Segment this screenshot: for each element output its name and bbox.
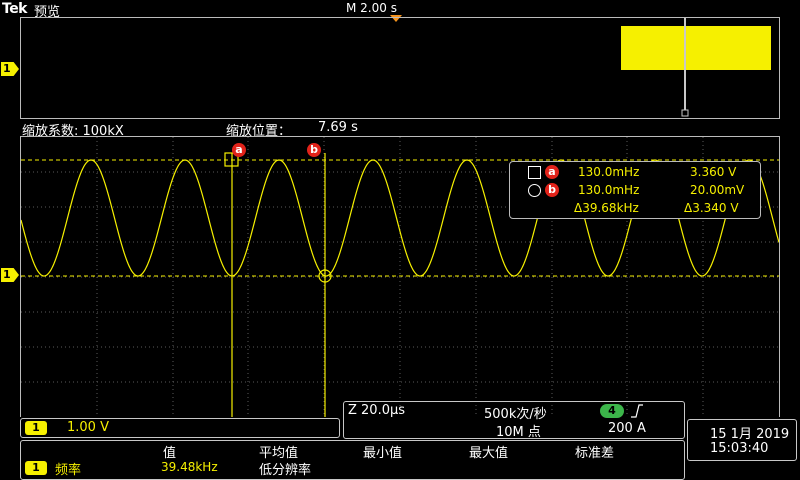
measurement-header-stddev: 标准差 xyxy=(575,446,615,461)
trigger-level: 200 A xyxy=(608,421,646,436)
timebase-readout[interactable]: M 2.00 s xyxy=(346,1,397,15)
zoom-position-value: 7.69 s xyxy=(318,120,358,135)
channel1-badge: 1 xyxy=(25,421,47,435)
cursor-delta-frequency: Δ39.68kHz xyxy=(574,201,639,215)
datetime-panel[interactable]: 15 1月 2019 15:03:40 xyxy=(687,419,797,461)
date-readout: 15 1月 2019 xyxy=(710,427,790,442)
overview-panel xyxy=(20,17,780,119)
rising-edge-icon xyxy=(631,404,643,418)
measurement-header-value: 值 xyxy=(163,446,177,461)
cursor-delta-voltage: Δ3.340 V xyxy=(684,201,739,215)
cursor-a-readout-badge: a xyxy=(545,165,559,179)
cursor-a-frequency: 130.0mHz xyxy=(578,165,640,179)
cursor-b-frequency: 130.0mHz xyxy=(578,183,640,197)
cursor-a-badge[interactable]: a xyxy=(232,143,246,157)
cursor-b-readout-badge: b xyxy=(545,183,559,197)
cursor-a-square-icon xyxy=(528,166,541,179)
horizontal-panel[interactable]: Z 20.0µs 500k次/秒 10M 点 4 200 A xyxy=(343,401,685,440)
zoom-window-handle[interactable] xyxy=(681,109,689,117)
zoom-ch1-marker[interactable]: 1 xyxy=(1,268,19,282)
measurement-name: 频率 xyxy=(55,463,82,478)
channel1-scale-panel[interactable]: 1 1.00 V xyxy=(20,418,340,438)
record-length: 10M 点 xyxy=(496,425,541,440)
cursor-b-voltage: 20.00mV xyxy=(690,183,745,197)
time-readout: 15:03:40 xyxy=(710,441,769,456)
measurement-panel[interactable]: 值 平均值 最小值 最大值 标准差 1 频率 39.48kHz 低分辨率 xyxy=(20,440,685,480)
overview-ch1-marker[interactable]: 1 xyxy=(1,62,19,76)
measurement-header-max: 最大值 xyxy=(469,446,509,461)
measurement-header-min: 最小值 xyxy=(363,446,403,461)
tek-logo: Tek xyxy=(2,1,28,17)
measurement-ch1-badge: 1 xyxy=(25,461,47,475)
cursor-a-voltage: 3.360 V xyxy=(690,165,737,179)
cursor-b-circle-icon xyxy=(528,184,541,197)
trigger-source-badge: 4 xyxy=(600,404,624,418)
overview-waveform-block xyxy=(621,26,771,70)
channel1-vertical-scale: 1.00 V xyxy=(67,420,109,435)
overview-graticule xyxy=(621,18,771,117)
sample-rate: 500k次/秒 xyxy=(484,407,547,422)
cursor-readout-panel[interactable]: a 130.0mHz 3.360 V b 130.0mHz 20.00mV Δ3… xyxy=(509,161,761,219)
measurement-resolution-note: 低分辨率 xyxy=(259,463,312,478)
measurement-value: 39.48kHz xyxy=(161,460,218,474)
zoom-time-scale: Z 20.0µs xyxy=(348,403,406,418)
cursor-b-badge[interactable]: b xyxy=(307,143,321,157)
